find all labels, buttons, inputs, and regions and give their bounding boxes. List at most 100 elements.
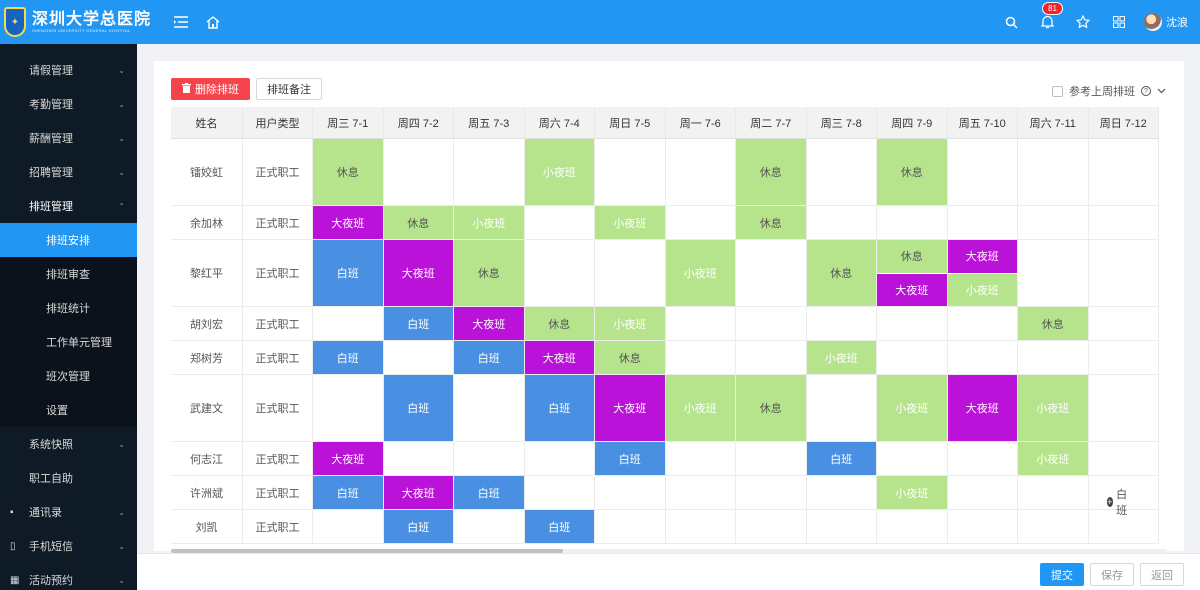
shift-day[interactable]: 白班: [524, 510, 594, 543]
sidebar-subitem-work-units[interactable]: 工作单元管理: [0, 325, 137, 359]
schedule-cell[interactable]: [595, 240, 666, 307]
shift-big-night[interactable]: 大夜班: [947, 240, 1017, 273]
shift-big-night[interactable]: 大夜班: [877, 273, 947, 306]
schedule-cell[interactable]: [947, 206, 1018, 240]
delete-schedule-button[interactable]: 删除排班: [171, 78, 250, 100]
shift-day[interactable]: 白班: [806, 442, 876, 475]
schedule-cell[interactable]: [1018, 341, 1089, 375]
shift-day[interactable]: 白班: [383, 510, 453, 543]
sidebar-item-sms[interactable]: ▯ 手机短信 ⌄: [0, 529, 137, 563]
shift-day[interactable]: 白班: [313, 341, 383, 374]
help-icon[interactable]: ?: [1141, 86, 1151, 96]
chevron-down-icon[interactable]: [1157, 85, 1166, 97]
notification-bell-icon[interactable]: 81: [1036, 2, 1063, 33]
schedule-cell[interactable]: [736, 442, 807, 476]
shift-small-night[interactable]: 小夜班: [1018, 442, 1088, 475]
schedule-cell[interactable]: [524, 476, 595, 510]
schedule-cell[interactable]: [665, 510, 736, 544]
shift-small-night[interactable]: 小夜班: [877, 476, 947, 509]
shift-small-night[interactable]: 小夜班: [524, 139, 594, 205]
sidebar-subitem-shift-types[interactable]: 班次管理: [0, 359, 137, 393]
shift-big-night[interactable]: 大夜班: [383, 476, 453, 509]
sidebar-item-salary[interactable]: 薪酬管理 ⌄: [0, 121, 137, 155]
schedule-cell[interactable]: [1018, 476, 1089, 510]
schedule-cell[interactable]: [665, 341, 736, 375]
schedule-cell[interactable]: [947, 476, 1018, 510]
schedule-cell[interactable]: [736, 240, 807, 307]
shift-rest[interactable]: 休息: [383, 206, 453, 239]
sidebar-item-contacts[interactable]: ▪ 通讯录 ⌄: [0, 495, 137, 529]
schedule-cell[interactable]: [1088, 375, 1159, 442]
shift-day[interactable]: 白班: [454, 476, 524, 509]
shift-small-night[interactable]: 小夜班: [454, 206, 524, 239]
sidebar-subitem-statistics[interactable]: 排班统计: [0, 291, 137, 325]
schedule-cell[interactable]: [1088, 307, 1159, 341]
schedule-cell[interactable]: [877, 307, 948, 341]
sidebar-item-attendance[interactable]: 考勤管理 ⌄: [0, 87, 137, 121]
schedule-cell[interactable]: [665, 206, 736, 240]
schedule-cell[interactable]: [806, 375, 877, 442]
shift-rest[interactable]: 休息: [877, 139, 947, 205]
shift-rest[interactable]: 休息: [877, 240, 947, 273]
schedule-cell[interactable]: [1088, 341, 1159, 375]
shift-small-night[interactable]: 小夜班: [1018, 375, 1088, 441]
schedule-cell[interactable]: [454, 375, 525, 442]
reference-checkbox[interactable]: [1052, 85, 1063, 97]
schedule-cell[interactable]: [1088, 206, 1159, 240]
schedule-cell[interactable]: [313, 307, 384, 341]
shift-day[interactable]: 白班: [383, 307, 453, 340]
sidebar-item-recruitment[interactable]: 招聘管理 ⌄: [0, 155, 137, 189]
schedule-cell[interactable]: [595, 510, 666, 544]
schedule-cell[interactable]: [665, 476, 736, 510]
home-icon[interactable]: [202, 11, 224, 33]
reference-last-week[interactable]: 参考上周排班 ?: [1052, 83, 1166, 99]
shift-day[interactable]: 白班: [313, 240, 383, 306]
shift-small-night[interactable]: 小夜班: [665, 240, 735, 306]
shift-small-night[interactable]: 小夜班: [947, 273, 1017, 306]
app-grid-icon[interactable]: [1108, 11, 1130, 33]
schedule-cell[interactable]: [806, 139, 877, 206]
star-icon[interactable]: [1072, 11, 1094, 33]
shift-rest[interactable]: 休息: [454, 240, 524, 306]
shift-rest[interactable]: 休息: [806, 240, 876, 306]
shift-rest[interactable]: 休息: [1018, 307, 1088, 340]
schedule-cell[interactable]: [383, 341, 454, 375]
schedule-cell[interactable]: [736, 341, 807, 375]
schedule-cell[interactable]: [454, 442, 525, 476]
shift-small-night[interactable]: 小夜班: [877, 375, 947, 441]
shift-big-night[interactable]: 大夜班: [383, 240, 453, 306]
shift-day[interactable]: 白班: [383, 375, 453, 441]
schedule-cell[interactable]: [1018, 240, 1089, 307]
schedule-cell[interactable]: [595, 139, 666, 206]
schedule-cell[interactable]: [383, 139, 454, 206]
save-button[interactable]: 保存: [1090, 563, 1134, 586]
schedule-cell[interactable]: [877, 510, 948, 544]
schedule-cell[interactable]: [383, 442, 454, 476]
schedule-cell[interactable]: [524, 206, 595, 240]
hospital-logo[interactable]: ✦ 深圳大学总医院 SHENZHEN UNIVERSITY GENERAL HO…: [0, 7, 160, 37]
schedule-cell[interactable]: [806, 476, 877, 510]
shift-rest[interactable]: 休息: [736, 375, 806, 441]
schedule-cell[interactable]: [313, 510, 384, 544]
shift-day[interactable]: 白班: [524, 375, 594, 441]
sidebar-item-scheduling[interactable]: 排班管理 ⌃: [0, 189, 137, 223]
schedule-cell[interactable]: [947, 510, 1018, 544]
shift-day[interactable]: 白班: [313, 476, 383, 509]
menu-collapse-icon[interactable]: [170, 11, 192, 33]
shift-big-night[interactable]: 大夜班: [524, 341, 594, 374]
shift-big-night[interactable]: 大夜班: [595, 375, 665, 441]
schedule-cell[interactable]: [1018, 206, 1089, 240]
schedule-cell[interactable]: [877, 442, 948, 476]
shift-big-night[interactable]: 大夜班: [947, 375, 1017, 441]
sidebar-item-events[interactable]: ▦ 活动预约 ⌄: [0, 563, 137, 590]
sidebar-subitem-settings[interactable]: 设置: [0, 393, 137, 427]
schedule-cell[interactable]: [877, 341, 948, 375]
sidebar-item-self-service[interactable]: 职工自助: [0, 461, 137, 495]
shift-rest[interactable]: 休息: [736, 139, 806, 205]
shift-day[interactable]: 白班: [595, 442, 665, 475]
schedule-cell[interactable]: [806, 307, 877, 341]
schedule-cell[interactable]: [1018, 510, 1089, 544]
shift-rest[interactable]: 休息: [524, 307, 594, 340]
shift-rest[interactable]: 休息: [595, 341, 665, 374]
search-icon[interactable]: [1000, 11, 1022, 33]
